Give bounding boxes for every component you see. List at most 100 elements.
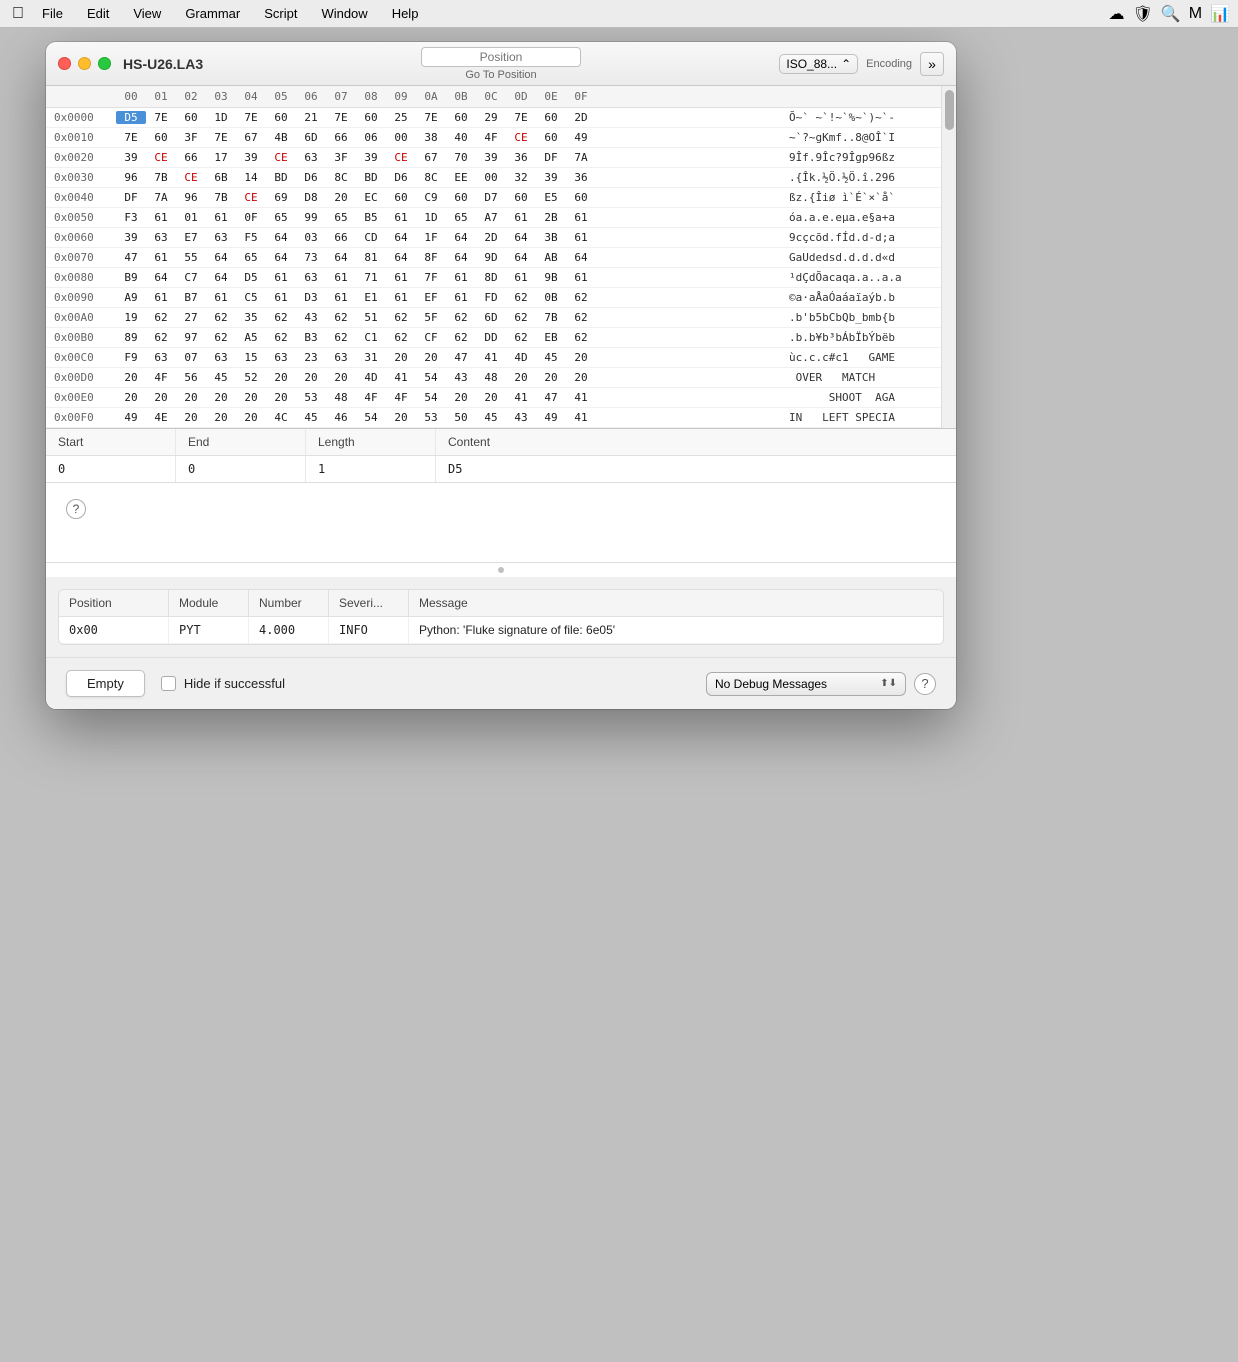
hex-byte[interactable]: 54: [416, 371, 446, 384]
hex-byte[interactable]: 3F: [326, 151, 356, 164]
menu-view[interactable]: View: [123, 4, 171, 23]
hex-byte[interactable]: 21: [296, 111, 326, 124]
hex-byte[interactable]: 36: [506, 151, 536, 164]
hex-byte[interactable]: 89: [116, 331, 146, 344]
hex-byte[interactable]: 39: [356, 151, 386, 164]
hex-byte[interactable]: 71: [356, 271, 386, 284]
hex-byte[interactable]: 29: [476, 111, 506, 124]
hex-byte[interactable]: 63: [266, 351, 296, 364]
hex-byte[interactable]: 81: [356, 251, 386, 264]
hex-byte[interactable]: 14: [236, 171, 266, 184]
hex-byte[interactable]: 61: [206, 291, 236, 304]
hex-byte[interactable]: 4F: [146, 371, 176, 384]
hex-byte[interactable]: D7: [476, 191, 506, 204]
hex-byte[interactable]: 65: [266, 211, 296, 224]
hex-byte[interactable]: 20: [176, 411, 206, 424]
hex-byte[interactable]: 64: [446, 231, 476, 244]
hex-byte[interactable]: F3: [116, 211, 146, 224]
hex-byte[interactable]: 20: [296, 371, 326, 384]
hex-byte[interactable]: 51: [356, 311, 386, 324]
hex-byte[interactable]: 73: [296, 251, 326, 264]
hex-byte[interactable]: 62: [206, 331, 236, 344]
hex-byte[interactable]: 49: [116, 411, 146, 424]
hex-byte[interactable]: 66: [326, 231, 356, 244]
hex-byte[interactable]: E7: [176, 231, 206, 244]
hex-byte[interactable]: 66: [176, 151, 206, 164]
hex-byte[interactable]: 41: [506, 391, 536, 404]
hex-byte[interactable]: 2D: [566, 111, 596, 124]
hex-byte[interactable]: 53: [416, 411, 446, 424]
hex-byte[interactable]: 64: [266, 251, 296, 264]
hex-byte[interactable]: 61: [266, 291, 296, 304]
hex-byte[interactable]: 63: [146, 351, 176, 364]
hex-byte[interactable]: B9: [116, 271, 146, 284]
hex-byte[interactable]: 20: [326, 371, 356, 384]
hide-if-successful-area[interactable]: Hide if successful: [161, 676, 285, 691]
hex-byte[interactable]: D6: [296, 171, 326, 184]
hex-byte[interactable]: 3B: [536, 231, 566, 244]
hex-byte[interactable]: 7E: [506, 111, 536, 124]
hex-byte[interactable]: 62: [506, 291, 536, 304]
bottom-help-button[interactable]: ?: [914, 673, 936, 695]
hex-byte[interactable]: B3: [296, 331, 326, 344]
hex-row[interactable]: 0x0050F36101610F659965B5611D65A7612B61óa…: [46, 208, 941, 228]
hex-byte[interactable]: CE: [176, 171, 206, 184]
hex-byte[interactable]: 20: [506, 371, 536, 384]
hex-byte[interactable]: 6D: [476, 311, 506, 324]
hex-byte[interactable]: 60: [386, 191, 416, 204]
hex-byte[interactable]: 67: [236, 131, 266, 144]
hex-byte[interactable]: 7B: [206, 191, 236, 204]
hex-byte[interactable]: 8C: [326, 171, 356, 184]
hex-byte[interactable]: 03: [296, 231, 326, 244]
hex-byte[interactable]: B5: [356, 211, 386, 224]
hex-byte[interactable]: 46: [326, 411, 356, 424]
hex-byte[interactable]: F5: [236, 231, 266, 244]
hex-byte[interactable]: 20: [266, 391, 296, 404]
hex-byte[interactable]: 2D: [476, 231, 506, 244]
hex-byte[interactable]: 41: [566, 411, 596, 424]
hex-byte[interactable]: 07: [176, 351, 206, 364]
hex-byte[interactable]: 19: [116, 311, 146, 324]
hex-byte[interactable]: 41: [476, 351, 506, 364]
hex-byte[interactable]: 45: [296, 411, 326, 424]
encoding-select[interactable]: ISO_88... ⌃: [779, 54, 858, 74]
hex-byte[interactable]: 4F: [386, 391, 416, 404]
empty-button[interactable]: Empty: [66, 670, 145, 697]
hex-byte[interactable]: 61: [206, 211, 236, 224]
hex-byte[interactable]: 7B: [536, 311, 566, 324]
hex-byte[interactable]: 61: [566, 211, 596, 224]
hex-byte[interactable]: 20: [236, 391, 266, 404]
hex-byte[interactable]: 61: [386, 271, 416, 284]
shield-icon[interactable]: 🛡: [1133, 4, 1153, 24]
hex-byte[interactable]: 64: [386, 251, 416, 264]
hex-byte[interactable]: 43: [506, 411, 536, 424]
hex-byte[interactable]: 62: [506, 331, 536, 344]
hex-byte[interactable]: DF: [536, 151, 566, 164]
hex-byte[interactable]: 20: [386, 351, 416, 364]
hex-byte[interactable]: 60: [506, 191, 536, 204]
hex-byte[interactable]: 61: [446, 271, 476, 284]
hex-byte[interactable]: 69: [266, 191, 296, 204]
hex-byte[interactable]: 31: [356, 351, 386, 364]
hex-byte[interactable]: 62: [326, 331, 356, 344]
hex-byte[interactable]: 23: [296, 351, 326, 364]
hex-byte[interactable]: 96: [176, 191, 206, 204]
hex-byte[interactable]: 66: [326, 131, 356, 144]
hex-byte[interactable]: 4F: [356, 391, 386, 404]
maximize-button[interactable]: [98, 57, 111, 70]
hex-byte[interactable]: CE: [146, 151, 176, 164]
hex-byte[interactable]: 62: [386, 311, 416, 324]
hex-byte[interactable]: 20: [116, 371, 146, 384]
hex-row[interactable]: 0x0000D57E601D7E60217E60257E60297E602DÕ~…: [46, 108, 941, 128]
hex-byte[interactable]: 63: [206, 231, 236, 244]
hex-byte[interactable]: 62: [446, 331, 476, 344]
close-button[interactable]: [58, 57, 71, 70]
hex-row[interactable]: 0x00D0204F5645522020204D41544348202020 O…: [46, 368, 941, 388]
scrollbar-thumb[interactable]: [945, 90, 954, 130]
hex-byte[interactable]: BD: [356, 171, 386, 184]
hex-byte[interactable]: 54: [416, 391, 446, 404]
hex-byte[interactable]: 63: [326, 351, 356, 364]
hex-byte[interactable]: 4D: [356, 371, 386, 384]
hex-byte[interactable]: 52: [236, 371, 266, 384]
hex-byte[interactable]: E5: [536, 191, 566, 204]
